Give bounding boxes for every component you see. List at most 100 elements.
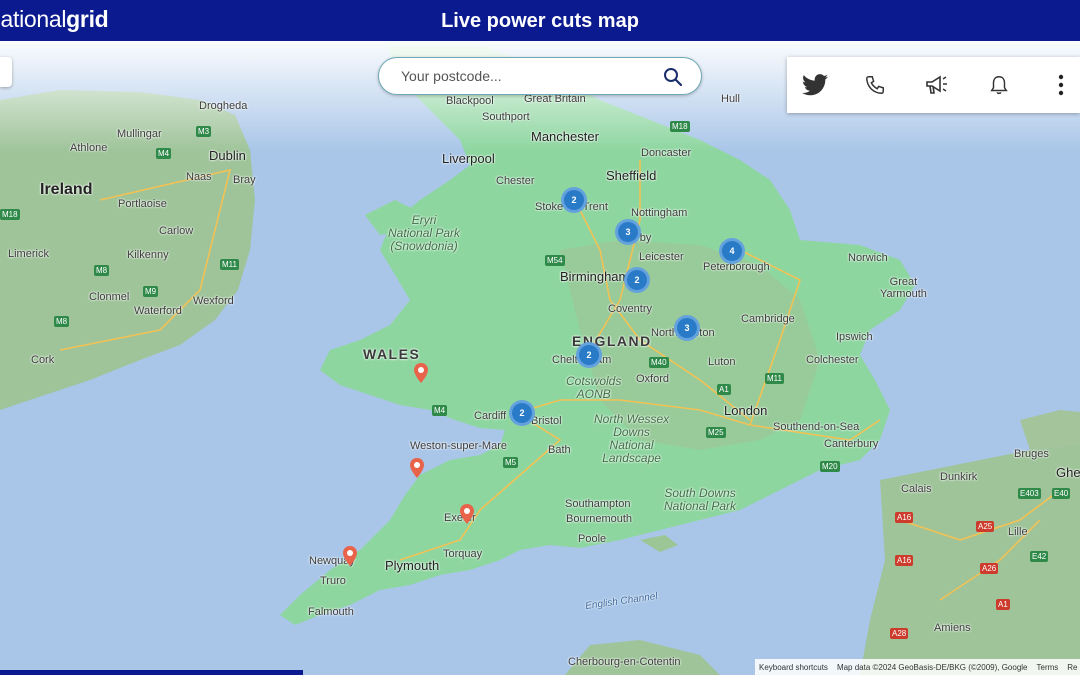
road-shield-a16: A16 <box>895 512 914 523</box>
label-ireland: Ireland <box>40 181 93 198</box>
road-shield-a28: A28 <box>890 628 909 639</box>
label-oxford: Oxford <box>636 373 670 385</box>
outage-pin-icon[interactable] <box>342 545 358 567</box>
road-shield-m8b: M8 <box>54 316 70 327</box>
road-shield-a25: A25 <box>976 521 995 532</box>
label-chester: Chester <box>496 175 535 187</box>
label-naas: Naas <box>186 171 212 183</box>
label-carlow: Carlow <box>159 225 194 237</box>
label-torquay: Torquay <box>443 548 483 560</box>
announcements-button[interactable] <box>922 70 952 100</box>
outage-cluster[interactable]: 2 <box>576 342 602 368</box>
map-toolbar <box>787 57 1080 113</box>
label-portlaoise: Portlaoise <box>118 198 167 210</box>
label-hull: Hull <box>721 93 740 105</box>
notifications-button[interactable] <box>984 70 1014 100</box>
label-coventry: Coventry <box>608 303 653 315</box>
label-ipswich: Ipswich <box>836 331 873 343</box>
phone-button[interactable] <box>860 70 890 100</box>
twitter-icon <box>802 74 828 96</box>
label-falmouth: Falmouth <box>308 606 354 618</box>
label-amiens: Amiens <box>934 622 971 634</box>
label-bristol: Bristol <box>531 415 562 427</box>
label-cotswolds: Cotswolds AONB <box>566 374 622 401</box>
road-shield-e42: E42 <box>1030 551 1049 562</box>
outage-cluster[interactable]: 2 <box>624 267 650 293</box>
road-shield-m20: M20 <box>820 461 840 472</box>
outage-pin-icon[interactable] <box>409 457 425 479</box>
label-eryri: Eryri National Park (Snowdonia) <box>388 213 461 253</box>
label-southport: Southport <box>482 111 530 123</box>
label-cherbourg: Cherbourg-en-Cotentin <box>568 656 681 668</box>
label-canterbury: Canterbury <box>824 438 879 450</box>
road-shield-e40: E40 <box>1052 488 1071 499</box>
road-shield-a26: A26 <box>980 563 999 574</box>
outage-cluster[interactable]: 4 <box>719 238 745 264</box>
postcode-input[interactable] <box>401 66 651 86</box>
road-shield-a1: A1 <box>717 384 731 395</box>
postcode-search-box <box>378 57 702 95</box>
label-limerick: Limerick <box>8 248 49 260</box>
phone-icon <box>866 76 884 94</box>
road-shield-m11-uk: M11 <box>765 373 784 384</box>
label-calais: Calais <box>901 483 932 495</box>
label-kilkenny: Kilkenny <box>127 249 169 261</box>
label-bray: Bray <box>233 174 256 186</box>
more-options-button[interactable] <box>1046 70 1076 100</box>
report-link[interactable]: Re <box>1067 663 1077 672</box>
outage-cluster[interactable]: 2 <box>561 187 587 213</box>
twitter-button[interactable] <box>800 70 830 100</box>
label-nottingham: Nottingham <box>631 207 688 219</box>
terms-link[interactable]: Terms <box>1037 663 1059 672</box>
label-liverpool: Liverpool <box>442 151 495 166</box>
label-athlone: Athlone <box>70 142 108 154</box>
label-blackpool: Blackpool <box>446 95 494 107</box>
label-bath: Bath <box>548 444 571 456</box>
label-london: London <box>724 403 768 418</box>
road-shield-m4: M4 <box>432 405 448 416</box>
outage-cluster[interactable]: 3 <box>615 219 641 245</box>
label-great-yarmouth: Great Yarmouth <box>880 276 927 300</box>
label-ghent: Ghe <box>1056 465 1080 480</box>
label-north-wessex: North Wessex Downs National Landscape <box>594 412 670 465</box>
outage-cluster[interactable]: 2 <box>509 400 535 426</box>
label-mullingar: Mullingar <box>117 128 162 140</box>
label-clonmel: Clonmel <box>89 291 130 303</box>
map-data-credit: Map data ©2024 GeoBasis-DE/BKG (©2009), … <box>836 662 1028 672</box>
label-southampton: Southampton <box>565 498 631 510</box>
road-shield-m25: M25 <box>706 427 726 438</box>
collapsed-panel-tab[interactable] <box>0 57 12 87</box>
keyboard-shortcuts-link[interactable]: Keyboard shortcuts <box>759 663 828 672</box>
label-wexford: Wexford <box>193 295 234 307</box>
label-lille: Lille <box>1008 526 1028 538</box>
road-shield-m8: M8 <box>94 265 110 276</box>
road-shield-m18-uk: M18 <box>670 121 690 132</box>
loading-progress-bar <box>0 670 303 675</box>
label-south-downs: South Downs National Park <box>664 486 737 513</box>
road-shield-a16b: A16 <box>895 555 914 566</box>
label-truro: Truro <box>320 575 346 587</box>
megaphone-icon <box>926 75 947 94</box>
label-colchester: Colchester <box>806 354 859 366</box>
label-weston: Weston-super-Mare <box>410 440 507 452</box>
label-southend: Southend-on-Sea <box>773 421 860 433</box>
page-title: Live power cuts map <box>441 10 639 32</box>
map-canvas[interactable]: Ireland Dublin Mullingar Athlone Naas Br… <box>0 41 1080 675</box>
road-shield-m3: M3 <box>196 126 212 137</box>
label-norwich: Norwich <box>848 252 888 264</box>
road-shield-m11: M11 <box>220 259 239 270</box>
search-icon[interactable] <box>663 67 683 87</box>
road-shield-e403: E403 <box>1018 488 1041 499</box>
road-shield-a1-fr: A1 <box>996 599 1010 610</box>
outage-cluster[interactable]: 3 <box>674 315 700 341</box>
label-cambridge: Cambridge <box>741 313 795 325</box>
label-manchester: Manchester <box>531 129 599 144</box>
bell-icon <box>990 76 1008 95</box>
label-cork: Cork <box>31 354 55 366</box>
map-attribution: Keyboard shortcuts Map data ©2024 GeoBas… <box>755 659 1080 675</box>
label-luton: Luton <box>708 356 736 368</box>
label-sheffield: Sheffield <box>606 168 657 183</box>
outage-pin-icon[interactable] <box>459 503 475 525</box>
outage-pin-icon[interactable] <box>413 362 429 384</box>
label-cardiff: Cardiff <box>474 410 507 422</box>
